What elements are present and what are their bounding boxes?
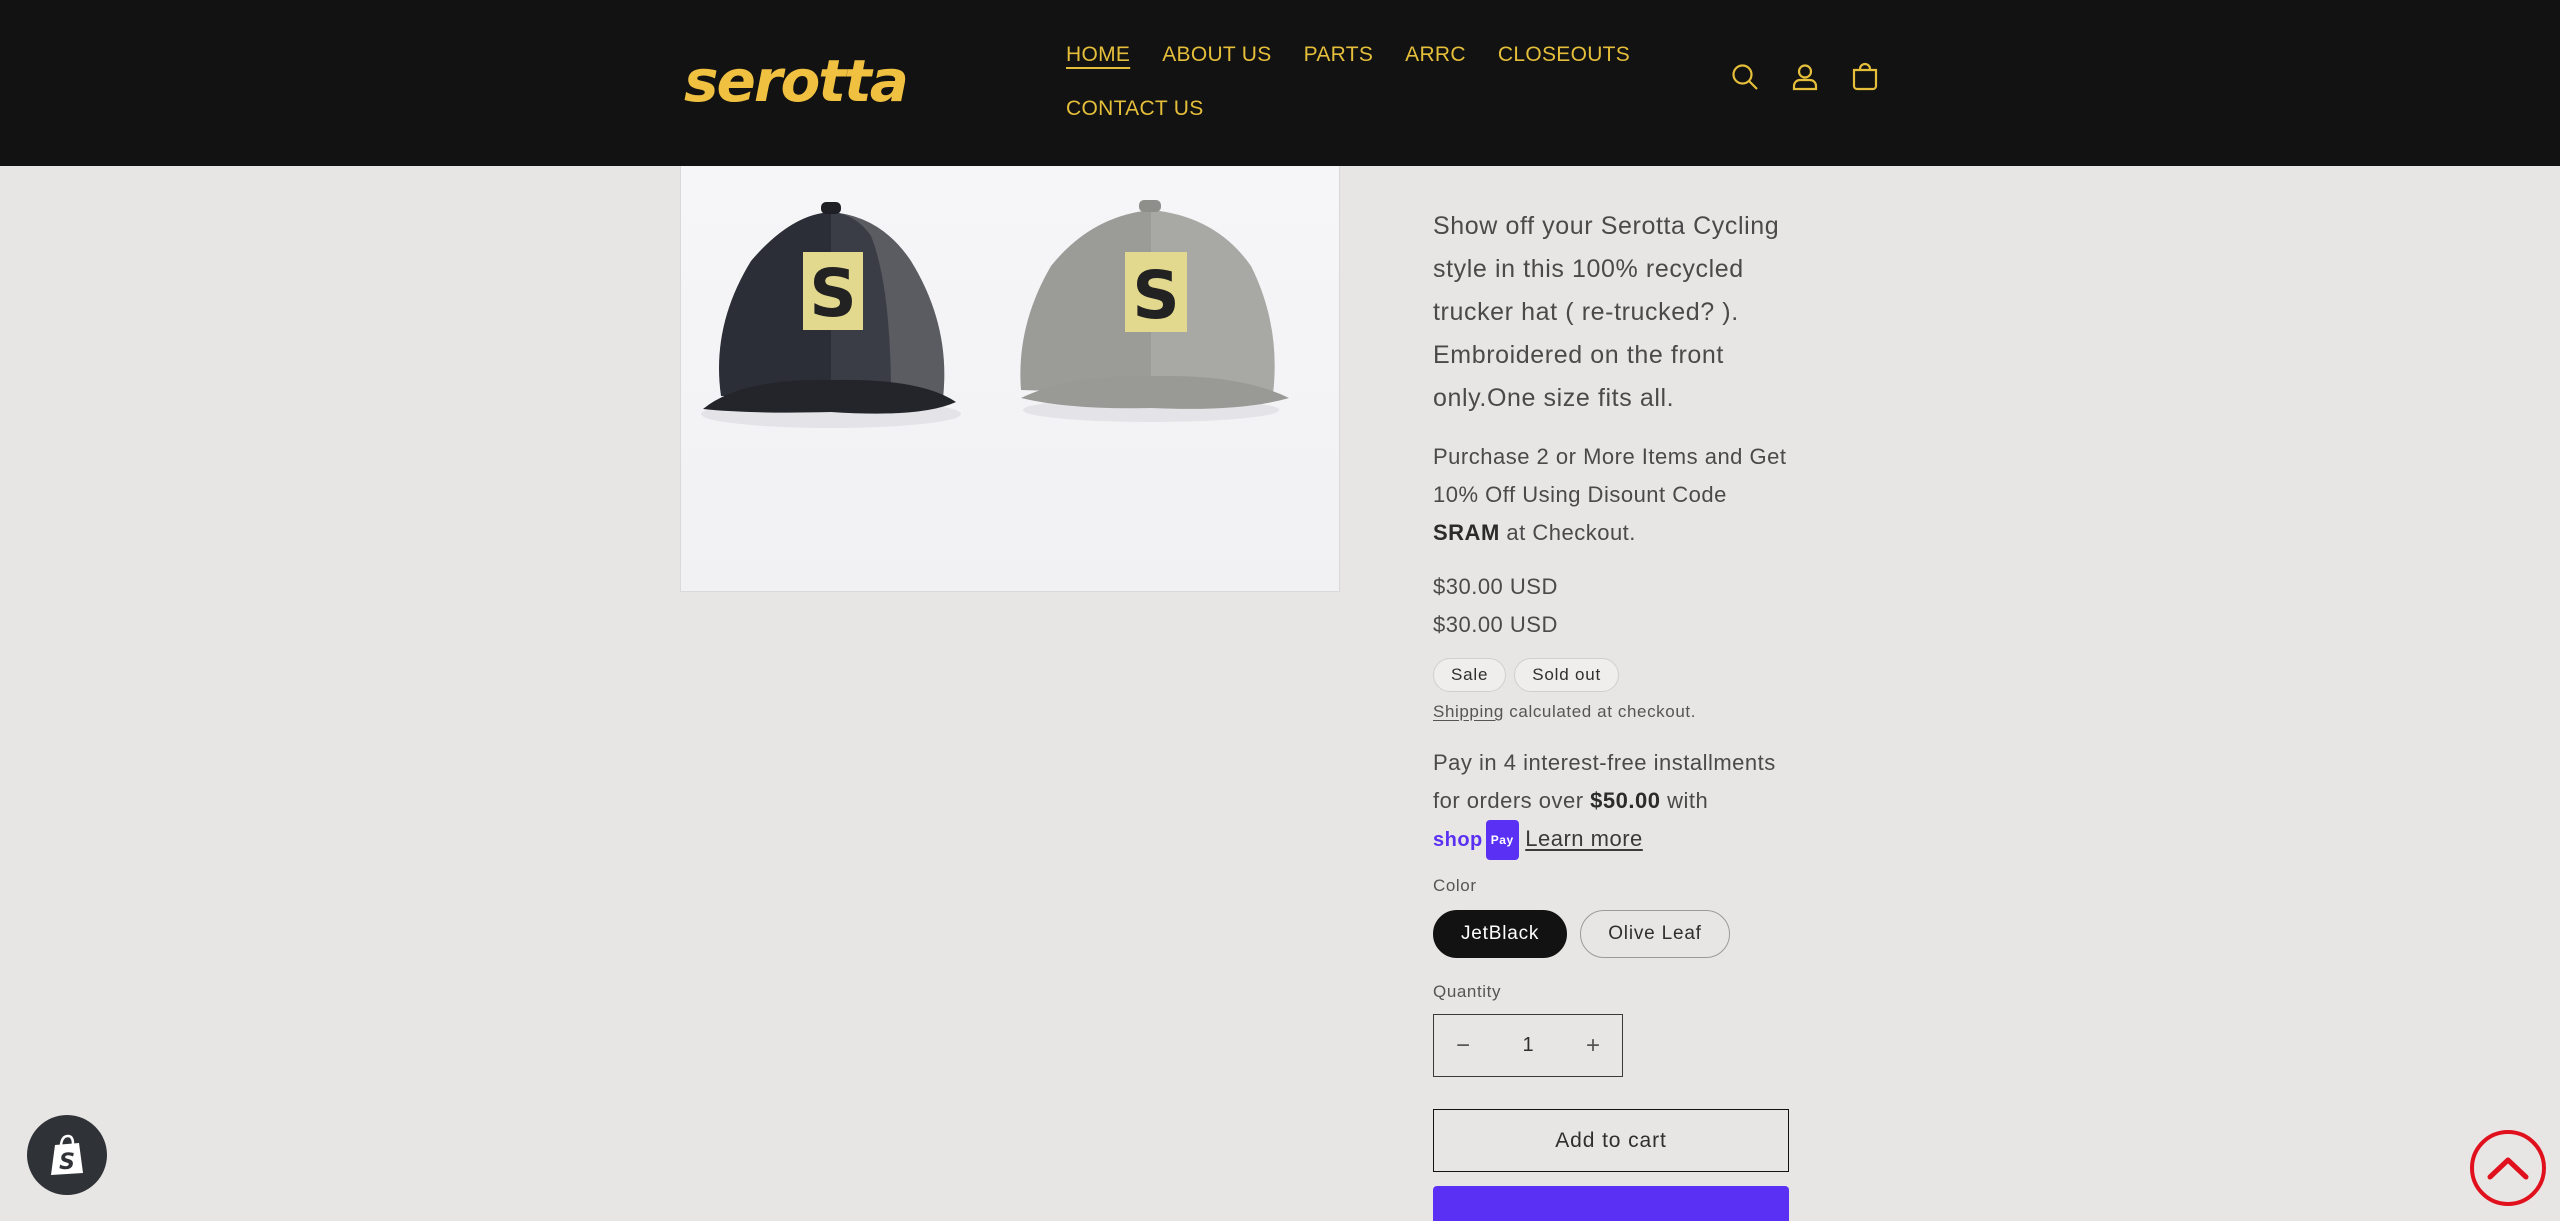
shoppay-pay: Pay	[1485, 820, 1519, 861]
nav-contact-us[interactable]: CONTACT US	[1066, 97, 1204, 121]
shopify-badge[interactable]: S	[27, 1115, 107, 1195]
shipping-note: Shipping calculated at checkout.	[1433, 702, 1789, 722]
main-nav: HOME ABOUT US PARTS ARRC CLOSEOUTS CONTA…	[1066, 28, 1630, 136]
quantity-decrease-button[interactable]: −	[1456, 1032, 1470, 1060]
buy-with-shop-pay-button[interactable]	[1433, 1186, 1789, 1221]
color-options: JetBlack Olive Leaf	[1433, 910, 1789, 959]
shopify-bag-icon: S	[51, 1134, 83, 1175]
shoppay-shop: shop	[1433, 829, 1483, 852]
svg-text:S: S	[1132, 257, 1180, 334]
regular-price: $30.00 USD	[1433, 574, 1558, 599]
promo-text: Purchase 2 or More Items and Get 10% Off…	[1433, 438, 1789, 552]
logo-text: serotta	[684, 55, 907, 111]
nav-closeouts[interactable]: CLOSEOUTS	[1498, 43, 1630, 67]
nav-row-1: HOME ABOUT US PARTS ARRC CLOSEOUTS	[1066, 28, 1630, 82]
badges: Sale Sold out	[1433, 658, 1789, 692]
search-icon[interactable]	[1730, 62, 1760, 92]
nav-arrc[interactable]: ARRC	[1405, 43, 1466, 67]
sold-out-badge: Sold out	[1514, 658, 1620, 692]
cart-icon[interactable]	[1850, 62, 1880, 92]
learn-more-link[interactable]: Learn more	[1525, 826, 1643, 851]
svg-text:S: S	[809, 255, 857, 332]
installments-note: Pay in 4 interest-free installments for …	[1433, 744, 1789, 861]
shop-pay-logo: shop Pay	[1433, 820, 1519, 861]
trucker-hats-image: S S	[681, 166, 1339, 591]
product-info: Show off your Serotta Cycling style in t…	[1433, 166, 1789, 1221]
add-to-cart-button[interactable]: Add to cart	[1433, 1109, 1789, 1173]
sale-badge: Sale	[1433, 658, 1507, 692]
color-jetblack[interactable]: JetBlack	[1433, 910, 1568, 959]
quantity-input[interactable]: 1	[1522, 1034, 1533, 1057]
shipping-text: calculated at checkout.	[1503, 702, 1697, 721]
nav-parts[interactable]: PARTS	[1304, 43, 1374, 67]
color-label: Color	[1433, 876, 1477, 896]
chevron-up-icon	[2487, 1157, 2529, 1180]
color-olive-leaf[interactable]: Olive Leaf	[1580, 910, 1730, 959]
price-block: $30.00 USD $30.00 USD	[1433, 568, 1789, 644]
quantity-label: Quantity	[1433, 982, 1502, 1002]
serotta-logo[interactable]: serotta	[680, 55, 1012, 111]
scroll-to-top-button[interactable]	[2470, 1130, 2546, 1206]
site-header: serotta HOME ABOUT US PARTS ARRC CLOSEOU…	[0, 0, 2560, 166]
nav-home[interactable]: HOME	[1066, 43, 1130, 67]
sale-price: $30.00 USD	[1433, 612, 1558, 637]
installments-with: with	[1660, 788, 1709, 813]
quantity-stepper: − 1 +	[1433, 1014, 1623, 1078]
header-icons	[1730, 62, 1880, 92]
promo-before: Purchase 2 or More Items and Get 10% Off…	[1433, 444, 1787, 507]
quantity-increase-button[interactable]: +	[1586, 1032, 1600, 1060]
nav-row-2: CONTACT US	[1066, 82, 1626, 136]
nav-about-us[interactable]: ABOUT US	[1162, 43, 1271, 67]
product-description: Show off your Serotta Cycling style in t…	[1433, 212, 1780, 412]
svg-text:S: S	[59, 1150, 75, 1175]
account-icon[interactable]	[1790, 62, 1820, 92]
promo-code: SRAM	[1433, 520, 1500, 545]
product-image[interactable]: S S	[680, 166, 1340, 592]
installments-amount: $50.00	[1590, 788, 1661, 813]
promo-after: at Checkout.	[1499, 520, 1636, 545]
shipping-link[interactable]: Shipping	[1433, 702, 1504, 721]
